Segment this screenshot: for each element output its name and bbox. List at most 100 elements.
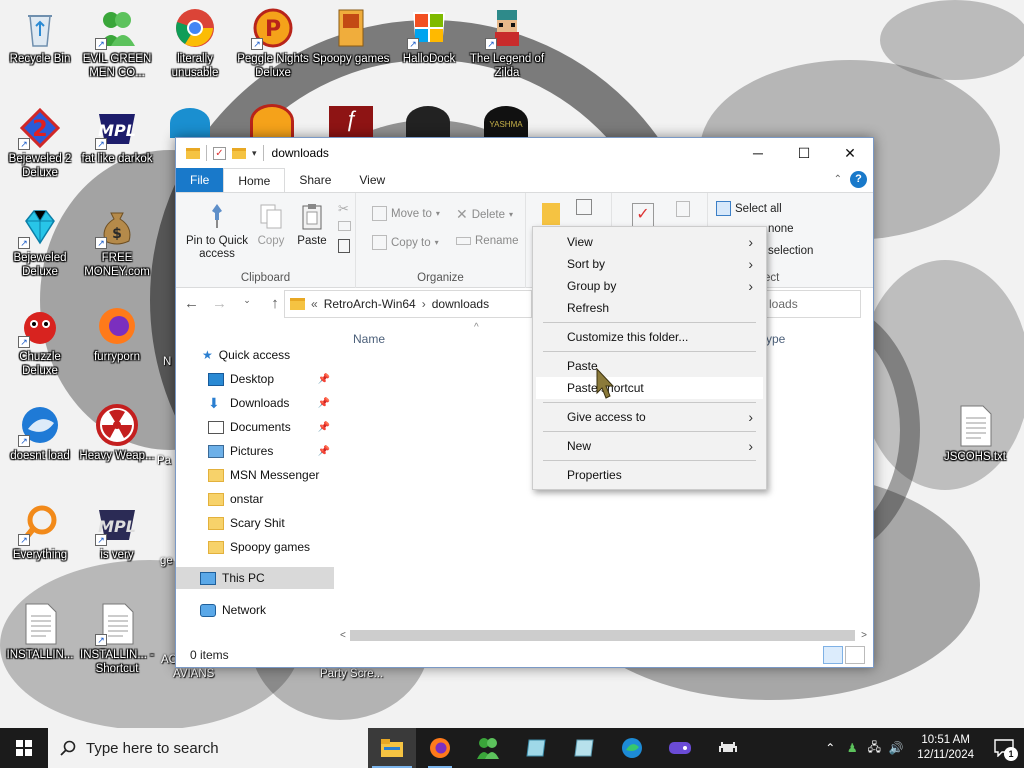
- column-header-name[interactable]: Name: [353, 332, 385, 346]
- desktop-icon-installin-shortcut[interactable]: ↗ INSTALLIN... - Shortcut: [77, 596, 157, 676]
- new-folder-icon[interactable]: [232, 147, 246, 159]
- desktop-icon-is-very[interactable]: MPL ↗ is very: [77, 496, 157, 562]
- taskbar-file-explorer[interactable]: [368, 728, 416, 768]
- back-arrow-icon[interactable]: ←: [184, 295, 199, 312]
- minimize-button[interactable]: ─: [735, 138, 781, 168]
- new-item-icon[interactable]: [576, 199, 592, 215]
- nav-downloads[interactable]: ⬇ Downloads 📌: [176, 392, 334, 414]
- menu-item-customize-folder[interactable]: Customize this folder...: [536, 326, 763, 348]
- large-icons-view-icon[interactable]: [845, 646, 865, 664]
- tab-file[interactable]: File: [176, 168, 224, 192]
- title-bar[interactable]: ✓ ▾ downloads ─ ☐ ✕: [176, 138, 873, 168]
- desktop-label-party-screen[interactable]: Party Scre...: [320, 668, 383, 680]
- desktop-icon-peggle-nights[interactable]: P ↗ Peggle Nights Deluxe: [233, 0, 313, 80]
- tab-view[interactable]: View: [345, 168, 399, 192]
- show-hidden-icons-chevron-icon[interactable]: ⌃: [819, 741, 841, 755]
- address-bar[interactable]: « RetroArch-Win64 › downloads: [284, 290, 532, 318]
- desktop-icon-bejeweled-2[interactable]: 2 ↗ Bejeweled 2 Deluxe: [0, 100, 80, 180]
- copy-path-icon[interactable]: [338, 221, 351, 231]
- taskbar-firefox[interactable]: [416, 728, 464, 768]
- desktop-icon-hallodock[interactable]: ↗ HalloDock: [389, 0, 469, 66]
- people-icon[interactable]: ♟: [841, 741, 863, 755]
- menu-item-group-by[interactable]: Group by ›: [536, 275, 763, 297]
- desktop-label-avians[interactable]: AVIANS: [173, 668, 214, 680]
- qat-dropdown-icon[interactable]: ▾: [252, 148, 257, 159]
- select-none-button[interactable]: none: [768, 223, 794, 235]
- desktop-icon-jscohs-txt[interactable]: JSCOHS.txt: [935, 398, 1015, 464]
- nav-onstar[interactable]: onstar: [176, 488, 334, 510]
- paste-button[interactable]: Paste: [292, 201, 332, 248]
- nav-scary-shit[interactable]: Scary Shit: [176, 512, 334, 534]
- forward-arrow-icon[interactable]: →: [212, 295, 227, 312]
- new-folder-icon[interactable]: [542, 203, 560, 225]
- menu-item-refresh[interactable]: Refresh: [536, 297, 763, 319]
- pin-to-quick-access-button[interactable]: Pin to Quick access: [182, 201, 252, 261]
- clock[interactable]: 10:51 AM 12/11/2024: [907, 733, 984, 763]
- paste-shortcut-icon[interactable]: [338, 239, 350, 253]
- desktop-icon-evil-green-men[interactable]: ↗ EVIL GREEN MEN CO...: [77, 0, 157, 80]
- breadcrumb-downloads[interactable]: downloads: [432, 297, 489, 311]
- delete-button[interactable]: ✕ Delete ▾: [456, 206, 513, 223]
- nav-this-pc[interactable]: This PC: [176, 567, 334, 589]
- invert-selection-button[interactable]: selection: [768, 245, 813, 257]
- cut-icon[interactable]: ✂: [338, 201, 349, 217]
- taskbar-app-notes[interactable]: [512, 728, 560, 768]
- desktop-icon-doesnt-load[interactable]: ↗ doesnt load: [0, 397, 80, 463]
- breadcrumb-retroarch[interactable]: RetroArch-Win64: [324, 297, 416, 311]
- nav-msn-messenger[interactable]: MSN Messenger: [176, 464, 334, 486]
- volume-icon[interactable]: 🔊: [885, 741, 907, 755]
- move-to-button[interactable]: Move to ▾: [372, 206, 440, 221]
- scroll-left-icon[interactable]: <: [340, 627, 346, 644]
- rename-button[interactable]: Rename: [456, 235, 518, 247]
- taskbar-space-invader-app[interactable]: [704, 728, 752, 768]
- select-all-button[interactable]: Select all: [716, 201, 782, 216]
- scroll-right-icon[interactable]: >: [861, 627, 867, 644]
- desktop-icon-free-money[interactable]: $ ↗ FREE MONEY.com: [77, 199, 157, 279]
- menu-item-paste[interactable]: Paste: [536, 355, 763, 377]
- close-button[interactable]: ✕: [827, 138, 873, 168]
- collapse-ribbon-icon[interactable]: ⌃: [834, 174, 842, 185]
- breadcrumb-overflow-icon[interactable]: «: [311, 297, 318, 311]
- nav-quick-access[interactable]: ★ Quick access: [176, 344, 334, 366]
- desktop-icon-recycle-bin[interactable]: Recycle Bin: [0, 0, 80, 66]
- nav-network[interactable]: Network: [176, 599, 334, 621]
- desktop-icon-legend-of-zilda[interactable]: ↗ The Legend of Zilda: [467, 0, 547, 80]
- menu-item-properties[interactable]: Properties: [536, 464, 763, 486]
- start-button[interactable]: [0, 728, 48, 768]
- nav-documents[interactable]: Documents 📌: [176, 416, 334, 438]
- column-header-type[interactable]: ype: [766, 332, 785, 346]
- desktop-icon-everything[interactable]: ↗ Everything: [0, 496, 80, 562]
- desktop-icon-bejeweled[interactable]: ↗ Bejeweled Deluxe: [0, 199, 80, 279]
- copy-to-button[interactable]: Copy to ▾: [372, 235, 439, 250]
- taskbar-msn-messenger[interactable]: [464, 728, 512, 768]
- open-icon[interactable]: [676, 201, 690, 217]
- copy-button[interactable]: Copy: [256, 201, 286, 248]
- recent-dropdown-icon[interactable]: ⌄: [240, 295, 254, 312]
- tab-share[interactable]: Share: [285, 168, 345, 192]
- menu-item-new[interactable]: New ›: [536, 435, 763, 457]
- search-input[interactable]: loads: [764, 290, 861, 318]
- taskbar-game-app[interactable]: [656, 728, 704, 768]
- desktop-icon-literally-unusable[interactable]: literally unusable: [155, 0, 235, 80]
- scrollbar-thumb[interactable]: [350, 630, 855, 641]
- help-icon[interactable]: ?: [850, 171, 867, 188]
- notifications-button[interactable]: 1: [984, 728, 1024, 768]
- maximize-button[interactable]: ☐: [781, 138, 827, 168]
- nav-spoopy-games[interactable]: Spoopy games: [176, 536, 334, 558]
- details-view-icon[interactable]: [823, 646, 843, 664]
- properties-check-icon[interactable]: ✓: [213, 146, 226, 160]
- desktop-icon-furryporn[interactable]: furryporn: [77, 298, 157, 364]
- menu-item-paste-shortcut[interactable]: Paste shortcut: [536, 377, 763, 399]
- desktop-icon-chuzzle[interactable]: ↗ Chuzzle Deluxe: [0, 298, 80, 378]
- taskbar-search-input[interactable]: Type here to search: [48, 728, 368, 768]
- horizontal-scrollbar[interactable]: < >: [336, 627, 869, 644]
- up-arrow-icon[interactable]: ↑: [268, 295, 282, 312]
- tab-home[interactable]: Home: [223, 168, 286, 192]
- nav-desktop[interactable]: Desktop 📌: [176, 368, 334, 390]
- menu-item-give-access-to[interactable]: Give access to ›: [536, 406, 763, 428]
- desktop-icon-installin[interactable]: INSTALLIN...: [0, 596, 80, 662]
- menu-item-sort-by[interactable]: Sort by ›: [536, 253, 763, 275]
- nav-pictures[interactable]: Pictures 📌: [176, 440, 334, 462]
- desktop-icon-fat-like-darkok[interactable]: MPL ↗ fat like darkok: [77, 100, 157, 166]
- menu-item-view[interactable]: View ›: [536, 231, 763, 253]
